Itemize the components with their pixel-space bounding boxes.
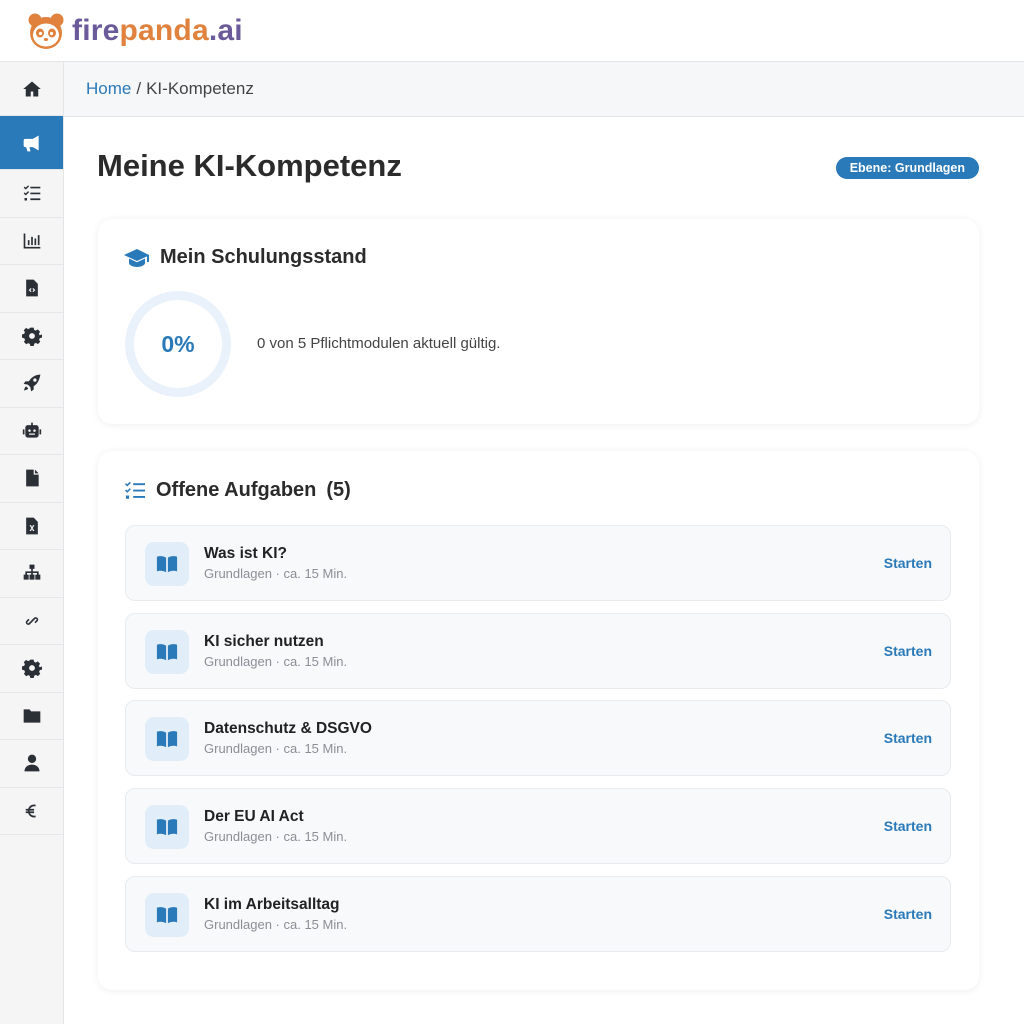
page-title: Meine KI-Kompetenz — [97, 148, 402, 183]
open-tasks-count: (5) — [326, 479, 351, 501]
task-meta: Grundlagen · ca. 15 Min. — [204, 566, 348, 581]
task-list-icon — [23, 185, 40, 201]
breadcrumb: Home / KI-Kompetenz — [64, 62, 1024, 117]
sidebar-item-reports[interactable] — [0, 218, 63, 265]
sidebar-item-ai-agents[interactable] — [0, 408, 63, 455]
sidebar-item-ki-kompetenz[interactable] — [0, 116, 63, 170]
panda-logo-icon[interactable] — [26, 11, 66, 51]
euro-icon — [25, 804, 36, 818]
task-icon-box — [145, 542, 189, 586]
link-icon — [25, 616, 38, 625]
open-tasks-title: Offene Aufgaben (5) — [124, 479, 351, 502]
task-item[interactable]: Was ist KI? Grundlagen · ca. 15 Min. Sta… — [125, 525, 951, 601]
book-icon — [156, 907, 178, 924]
sidebar-item-files[interactable] — [0, 693, 63, 740]
progress-ring: 0% — [125, 291, 231, 397]
task-name: KI sicher nutzen — [204, 633, 324, 650]
start-button[interactable]: Starten — [884, 730, 932, 746]
main-content: Meine KI-Kompetenz Ebene: Grundlagen Mei… — [64, 117, 1024, 1024]
brand-part-panda: panda — [119, 13, 209, 47]
code-file-icon — [25, 279, 38, 297]
megaphone-icon — [23, 135, 39, 151]
bar-chart-icon — [23, 233, 40, 249]
task-meta: Grundlagen · ca. 15 Min. — [204, 654, 348, 669]
brand-part-fire: fire — [72, 13, 120, 47]
task-name: Der EU AI Act — [204, 808, 304, 825]
task-name: Datenschutz & DSGVO — [204, 720, 372, 737]
progress-percent: 0% — [161, 330, 195, 357]
gear-icon — [21, 659, 42, 679]
training-status-title: Mein Schulungsstand — [124, 246, 367, 269]
sidebar-item-documents[interactable] — [0, 455, 63, 503]
task-name: Was ist KI? — [204, 545, 287, 562]
home-icon — [22, 81, 41, 96]
sitemap-icon — [23, 564, 40, 580]
sidebar-item-excel-export[interactable] — [0, 503, 63, 550]
task-meta: Grundlagen · ca. 15 Min. — [204, 741, 348, 756]
breadcrumb-separator: / — [136, 79, 142, 98]
task-meta: Grundlagen · ca. 15 Min. — [204, 829, 348, 844]
excel-file-icon — [25, 517, 38, 535]
task-meta: Grundlagen · ca. 15 Min. — [204, 917, 348, 932]
sidebar-item-home[interactable] — [0, 62, 63, 116]
task-icon-box — [145, 630, 189, 674]
sidebar-item-launch[interactable] — [0, 360, 63, 408]
book-icon — [156, 819, 178, 836]
task-item[interactable]: KI sicher nutzen Grundlagen · ca. 15 Min… — [125, 613, 951, 689]
brand-name[interactable]: firepanda.ai — [72, 14, 243, 48]
start-button[interactable]: Starten — [884, 555, 932, 571]
sidebar-item-tasks[interactable] — [0, 170, 63, 218]
book-icon — [156, 731, 178, 748]
sidebar-item-integrations[interactable] — [0, 598, 63, 645]
level-badge: Ebene: Grundlagen — [835, 157, 979, 179]
sidebar-item-configuration[interactable] — [0, 645, 63, 693]
progress-description: 0 von 5 Pflichtmodulen aktuell gültig. — [257, 335, 501, 352]
sidebar-item-billing[interactable] — [0, 788, 63, 835]
graduation-cap-icon — [124, 248, 149, 267]
sidebar-item-settings[interactable] — [0, 313, 63, 360]
top-bar: firepanda.ai — [0, 0, 1024, 62]
book-icon — [156, 644, 178, 661]
task-list-icon — [125, 481, 145, 499]
sidebar-item-profile[interactable] — [0, 740, 63, 788]
start-button[interactable]: Starten — [884, 906, 932, 922]
gear-icon — [21, 327, 42, 346]
training-status-card: Mein Schulungsstand 0% 0 von 5 Pflichtmo… — [98, 219, 979, 424]
start-button[interactable]: Starten — [884, 818, 932, 834]
breadcrumb-home-link[interactable]: Home — [86, 79, 131, 99]
file-icon — [25, 469, 39, 487]
sidebar-item-code-documents[interactable] — [0, 265, 63, 313]
task-item[interactable]: KI im Arbeitsalltag Grundlagen · ca. 15 … — [125, 876, 951, 952]
user-icon — [24, 754, 39, 772]
task-item[interactable]: Datenschutz & DSGVO Grundlagen · ca. 15 … — [125, 700, 951, 776]
task-icon-box — [145, 893, 189, 937]
breadcrumb-current: KI-Kompetenz — [146, 79, 254, 98]
folder-icon — [23, 709, 40, 723]
sidebar — [0, 62, 64, 1024]
start-button[interactable]: Starten — [884, 643, 932, 659]
task-item[interactable]: Der EU AI Act Grundlagen · ca. 15 Min. S… — [125, 788, 951, 864]
sidebar-item-organization[interactable] — [0, 550, 63, 598]
task-icon-box — [145, 717, 189, 761]
task-name: KI im Arbeitsalltag — [204, 896, 340, 913]
task-icon-box — [145, 805, 189, 849]
brand-part-ai: .ai — [208, 13, 243, 47]
open-tasks-card: Offene Aufgaben (5) Was ist KI? Grundlag… — [98, 451, 979, 990]
open-tasks-title-text: Offene Aufgaben — [156, 479, 317, 501]
book-icon — [156, 556, 178, 573]
training-status-title-text: Mein Schulungsstand — [160, 246, 367, 268]
rocket-icon — [23, 374, 40, 392]
robot-icon — [22, 422, 41, 438]
